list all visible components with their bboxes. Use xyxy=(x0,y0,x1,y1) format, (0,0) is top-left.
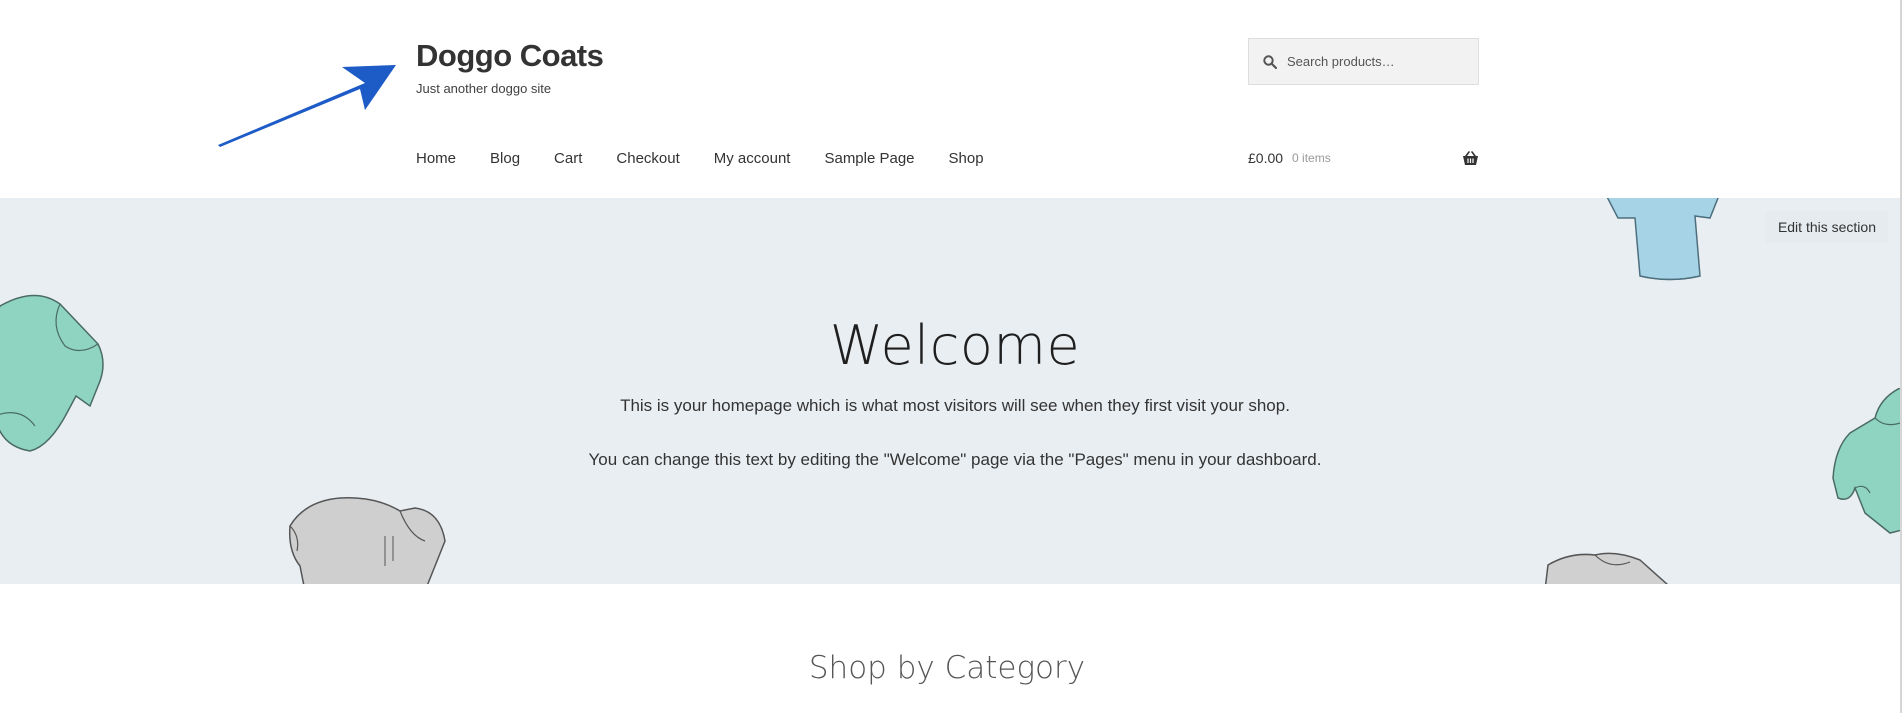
hero-instructions: You can change this text by editing the … xyxy=(588,450,1322,469)
primary-nav: Home Blog Cart Checkout My account Sampl… xyxy=(416,150,1018,167)
nav-item-sample-page[interactable]: Sample Page xyxy=(824,150,914,167)
search-input[interactable] xyxy=(1287,54,1467,69)
nav-item-cart[interactable]: Cart xyxy=(554,150,582,167)
annotation-arrow-icon xyxy=(218,65,396,147)
nav-item-shop[interactable]: Shop xyxy=(949,150,984,167)
gray-hoodie-icon xyxy=(288,497,446,584)
blue-tshirt-icon xyxy=(1606,198,1719,281)
search-icon xyxy=(1263,54,1277,69)
nav-item-blog[interactable]: Blog xyxy=(490,150,520,167)
hero-section: Edit this section Welcome This is your h… xyxy=(0,198,1900,584)
header-cart[interactable]: £0.00 0 items xyxy=(1248,150,1479,166)
edit-section-button[interactable]: Edit this section xyxy=(1765,211,1888,243)
gray-tshirt-icon xyxy=(1544,552,1669,584)
nav-item-checkout[interactable]: Checkout xyxy=(616,150,679,167)
hero-description: This is your homepage which is what most… xyxy=(620,396,1290,415)
site-tagline: Just another doggo site xyxy=(416,81,552,96)
basket-icon[interactable] xyxy=(1462,150,1479,166)
shop-by-category-heading: Shop by Category xyxy=(808,650,1086,686)
site-title[interactable]: Doggo Coats xyxy=(416,38,604,74)
hero-title: Welcome xyxy=(829,314,1081,377)
site-header: Doggo Coats Just another doggo site Home… xyxy=(0,0,1902,198)
cart-count: 0 items xyxy=(1292,151,1331,165)
nav-item-my-account[interactable]: My account xyxy=(714,150,791,167)
cart-amount: £0.00 xyxy=(1248,150,1284,166)
search-box[interactable] xyxy=(1248,38,1479,85)
nav-item-home[interactable]: Home xyxy=(416,150,456,167)
